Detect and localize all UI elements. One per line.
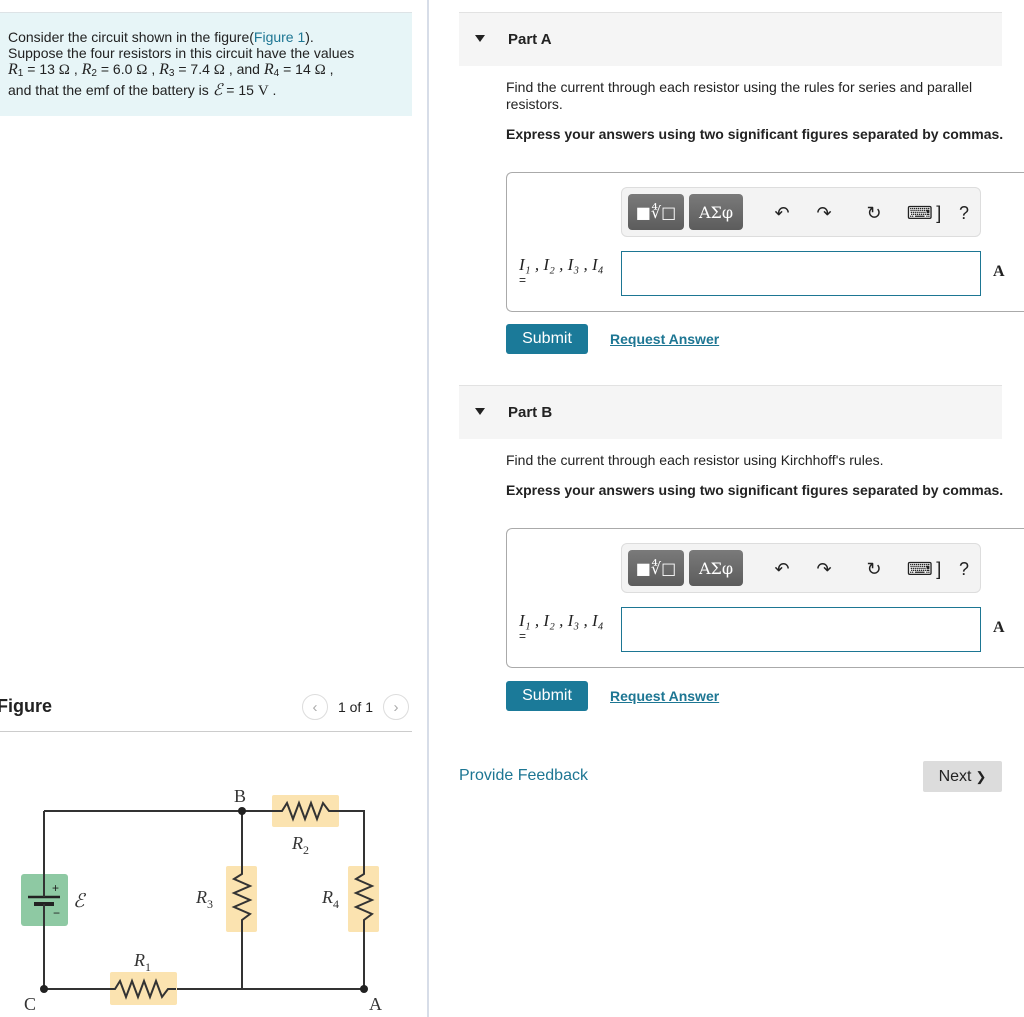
- variable-label: I₁ , I₂ , I₃ , I₄: [519, 255, 604, 274]
- collapse-triangle-icon[interactable]: [475, 35, 485, 42]
- symbols-button[interactable]: ΑΣφ: [689, 550, 743, 586]
- r4-label: R4: [321, 887, 339, 911]
- part-a-answer-input[interactable]: [621, 251, 981, 296]
- r2-label: R2: [291, 833, 309, 857]
- templates-button[interactable]: ■∜□: [628, 194, 684, 230]
- variable-label: I₁ , I₂ , I₃ , I₄: [519, 611, 604, 630]
- redo-icon[interactable]: ↷: [812, 557, 836, 581]
- part-b-header[interactable]: Part B: [459, 385, 1002, 439]
- problem-line-2: Suppose the four resistors in this circu…: [8, 45, 355, 61]
- panel-divider: [427, 0, 429, 1017]
- node-c-label: C: [24, 994, 36, 1014]
- right-panel: Part A Find the current through each res…: [430, 0, 1024, 1017]
- part-a-request-answer-link[interactable]: Request Answer: [610, 331, 719, 347]
- part-b-request-answer-link[interactable]: Request Answer: [610, 688, 719, 704]
- undo-icon[interactable]: ↶: [770, 557, 794, 581]
- part-a-title: Part A: [508, 31, 552, 48]
- r1-highlight: [110, 972, 177, 1005]
- circuit-diagram: + − ℰ R2 R3 R4 R1 B C A: [21, 786, 382, 1014]
- chevron-right-icon[interactable]: ›: [383, 694, 409, 720]
- r3-label: R3: [195, 887, 213, 911]
- part-b-instructions: Express your answers using two significa…: [506, 482, 1004, 498]
- provide-feedback-link[interactable]: Provide Feedback: [459, 767, 588, 785]
- keyboard-icon[interactable]: ⌨ ]: [906, 557, 942, 581]
- reset-icon[interactable]: ↻: [862, 557, 886, 581]
- figure-pager: ‹ 1 of 1 ›: [301, 694, 409, 720]
- reset-icon[interactable]: ↻: [862, 201, 886, 225]
- battery-plus: +: [52, 881, 59, 895]
- unit-label: A: [993, 263, 1005, 280]
- pager-text: 1 of 1: [337, 699, 373, 715]
- left-panel: Consider the circuit shown in the figure…: [0, 0, 428, 1017]
- keyboard-icon[interactable]: ⌨ ]: [906, 201, 942, 225]
- problem-line-1: Consider the circuit shown in the figure…: [8, 29, 314, 45]
- node-b-dot: [238, 807, 246, 815]
- figure-header: Figure ‹ 1 of 1 ›: [0, 694, 412, 732]
- redo-icon[interactable]: ↷: [812, 201, 836, 225]
- emf-label: ℰ: [73, 891, 87, 912]
- equals-sign: =: [519, 273, 527, 287]
- part-a-header[interactable]: Part A: [459, 12, 1002, 66]
- node-a-dot: [360, 985, 368, 993]
- undo-icon[interactable]: ↶: [770, 201, 794, 225]
- node-a-label: A: [369, 994, 382, 1014]
- problem-line-3: R1 = 13 Ω , R2 = 6.0 Ω , R3 = 7.4 Ω , an…: [8, 61, 334, 79]
- math-toolbar: ■∜□ ΑΣφ ↶ ↷ ↻ ⌨ ] ?: [621, 187, 981, 237]
- part-b-submit-button[interactable]: Submit: [506, 681, 588, 711]
- r1-label: R1: [133, 950, 151, 974]
- symbols-button[interactable]: ΑΣφ: [689, 194, 743, 230]
- collapse-triangle-icon[interactable]: [475, 408, 485, 415]
- help-button[interactable]: ?: [952, 201, 976, 225]
- chevron-right-icon: ❯: [975, 768, 987, 784]
- figure-link[interactable]: Figure 1: [254, 29, 305, 45]
- part-b-title: Part B: [508, 404, 553, 421]
- part-b-answer-input[interactable]: [621, 607, 981, 652]
- part-a-submit-button[interactable]: Submit: [506, 324, 588, 354]
- equals-sign: =: [519, 629, 527, 643]
- templates-button[interactable]: ■∜□: [628, 550, 684, 586]
- figure-title: Figure: [0, 696, 53, 716]
- part-b-prompt: Find the current through each resistor u…: [506, 452, 884, 468]
- part-a-prompt: Find the current through each resistor u…: [506, 79, 973, 112]
- help-button[interactable]: ?: [952, 557, 976, 581]
- problem-statement: Consider the circuit shown in the figure…: [0, 12, 412, 116]
- math-toolbar: ■∜□ ΑΣφ ↶ ↷ ↻ ⌨ ] ?: [621, 543, 981, 593]
- node-c-dot: [40, 985, 48, 993]
- chevron-left-icon[interactable]: ‹: [301, 694, 328, 720]
- node-b-label: B: [234, 786, 246, 806]
- part-b-answer-box: ■∜□ ΑΣφ ↶ ↷ ↻ ⌨ ] ? I₁ , I₂ , I₃ , I₄ = …: [506, 528, 1024, 668]
- part-a-instructions: Express your answers using two significa…: [506, 126, 1004, 142]
- problem-line-4: and that the emf of the battery is ℰ = 1…: [8, 82, 277, 99]
- part-a-answer-box: ■∜□ ΑΣφ ↶ ↷ ↻ ⌨ ] ? I₁ , I₂ , I₃ , I₄ = …: [506, 172, 1024, 312]
- battery-minus: −: [53, 906, 60, 920]
- unit-label: A: [993, 619, 1005, 636]
- next-button[interactable]: Next ❯: [923, 761, 1002, 792]
